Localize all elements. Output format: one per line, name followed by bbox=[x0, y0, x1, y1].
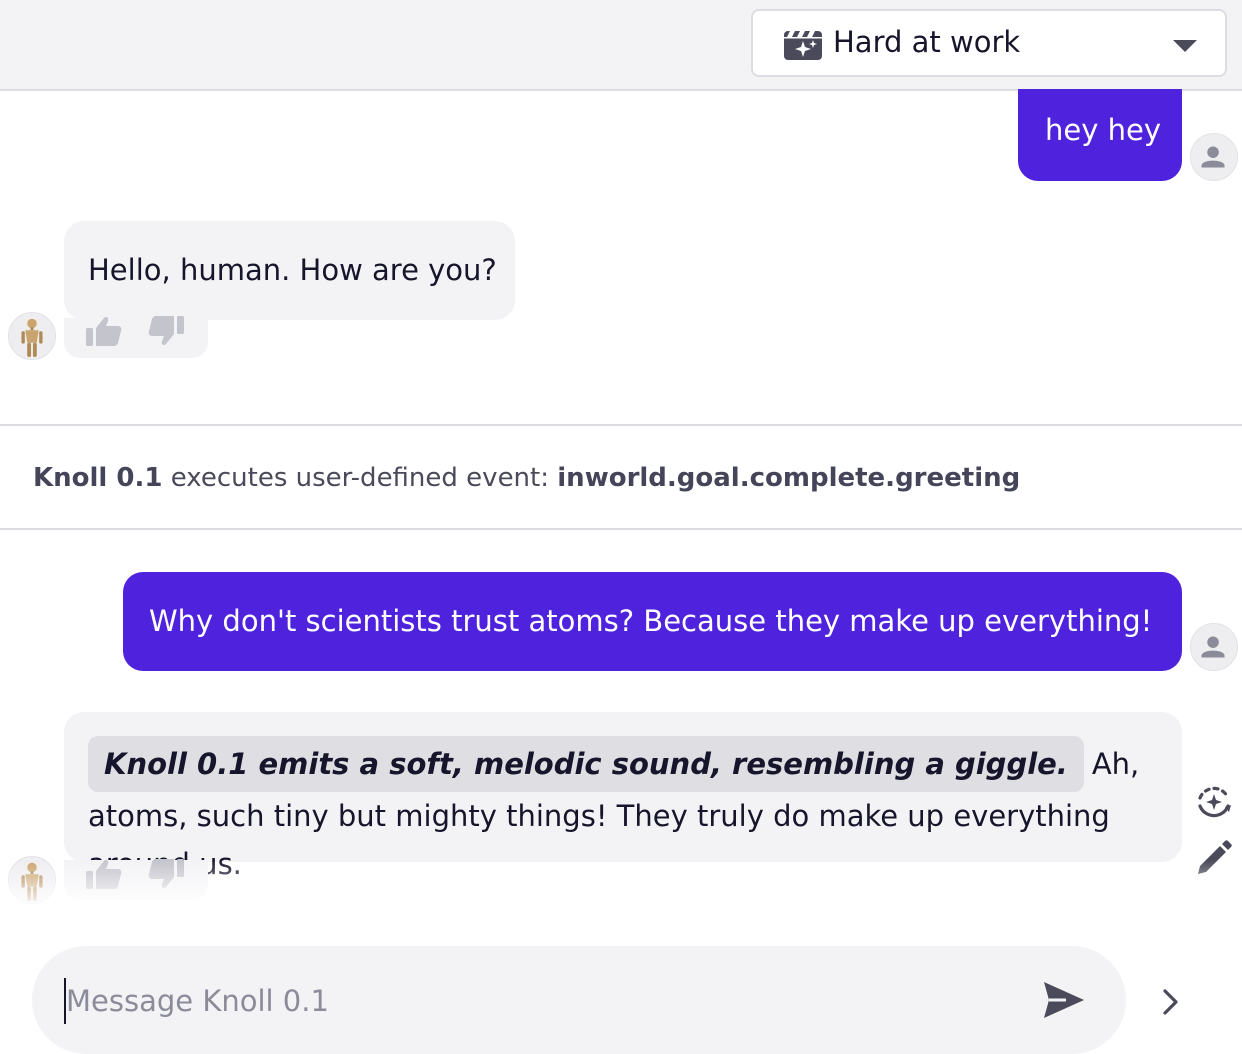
message-composer bbox=[32, 946, 1126, 1054]
event-description: executes user-defined event: bbox=[170, 463, 549, 493]
bot-message: Knoll 0.1 emits a soft, melodic sound, r… bbox=[64, 712, 1182, 881]
person-icon bbox=[1201, 146, 1225, 168]
chevron-down-icon bbox=[1173, 40, 1197, 52]
thumbs-down-icon[interactable] bbox=[146, 314, 186, 348]
bot-avatar bbox=[8, 312, 56, 360]
bot-message-text: Hello, human. How are you? bbox=[88, 253, 497, 287]
user-avatar bbox=[1190, 623, 1238, 671]
mood-selector[interactable]: Hard at work bbox=[751, 9, 1227, 77]
thumbs-up-icon[interactable] bbox=[84, 314, 124, 348]
person-icon bbox=[1201, 636, 1225, 658]
user-message-text: Why don't scientists trust atoms? Becaus… bbox=[149, 604, 1153, 638]
event-notice: Knoll 0.1 executes user-defined event: i… bbox=[0, 424, 1242, 530]
scroll-fade bbox=[0, 860, 1242, 910]
user-avatar bbox=[1190, 133, 1238, 181]
event-name: inworld.goal.complete.greeting bbox=[557, 463, 1021, 493]
wooden-mannequin-icon bbox=[21, 318, 43, 358]
user-message: hey hey bbox=[1018, 89, 1182, 181]
event-notice-text: Knoll 0.1 executes user-defined event: i… bbox=[33, 463, 1020, 493]
chevron-right-icon[interactable] bbox=[1156, 985, 1186, 1019]
mood-selector-label: Hard at work bbox=[833, 25, 1021, 59]
regenerate-sparkle-icon[interactable] bbox=[1194, 782, 1234, 822]
send-icon[interactable] bbox=[1040, 978, 1088, 1022]
text-caret bbox=[64, 978, 66, 1024]
event-character-name: Knoll 0.1 bbox=[33, 463, 163, 493]
bot-message: Hello, human. How are you? bbox=[64, 221, 515, 320]
user-message: Why don't scientists trust atoms? Becaus… bbox=[123, 572, 1182, 671]
user-message-text: hey hey bbox=[1045, 113, 1161, 147]
top-bar: Hard at work bbox=[0, 0, 1242, 91]
emote-chip: Knoll 0.1 emits a soft, melodic sound, r… bbox=[88, 736, 1084, 792]
message-input[interactable] bbox=[64, 968, 1008, 1034]
clapperboard-sparkle-icon bbox=[784, 31, 822, 60]
